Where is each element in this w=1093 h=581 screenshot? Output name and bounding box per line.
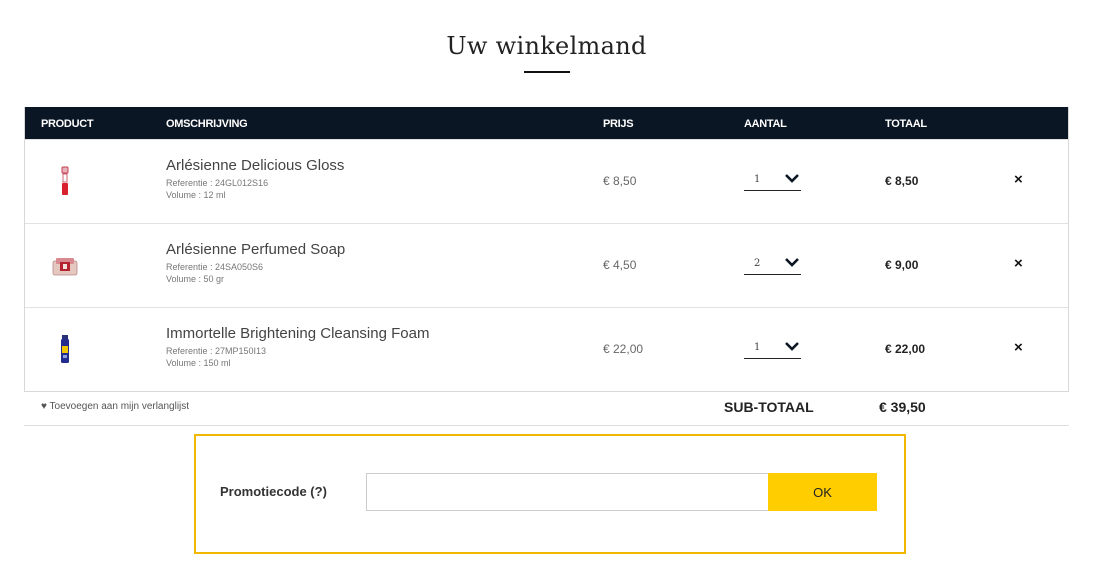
add-to-wishlist-link[interactable]: ♥ Toevoegen aan mijn verlanglijst [41,401,189,412]
product-volume: Volume : 12 ml [166,190,226,200]
chevron-down-icon [785,174,799,183]
product-name[interactable]: Arlésienne Perfumed Soap [166,241,345,258]
table-row: Arlésienne Delicious Gloss Referentie : … [25,139,1068,223]
subtotal-value: € 39,50 [879,399,926,415]
soap-bar-icon [52,258,78,276]
header-total: TOTAAL [885,118,927,130]
quantity-value: 2 [754,258,761,269]
header-quantity: AANTAL [744,118,787,130]
product-thumbnail[interactable] [47,334,83,364]
header-product: PRODUCT [41,118,94,130]
quantity-value: 1 [754,342,761,353]
product-thumbnail[interactable] [47,166,83,196]
product-price: € 22,00 [603,342,644,356]
chevron-down-icon [785,342,799,351]
quantity-select[interactable]: 1 [744,168,801,191]
product-reference: Referentie : 27MP150I13 [166,346,267,356]
line-total: € 9,00 [885,258,919,272]
quantity-select[interactable]: 2 [744,252,801,275]
remove-item-button[interactable]: × [1014,171,1023,188]
table-header: PRODUCT OMSCHRIJVING PRIJS AANTAL TOTAAL [25,107,1068,139]
table-row: Immortelle Brightening Cleansing Foam Re… [25,307,1068,391]
line-total: € 22,00 [885,342,926,356]
product-volume: Volume : 50 gr [166,274,225,284]
product-name[interactable]: Arlésienne Delicious Gloss [166,157,344,174]
product-volume: Volume : 150 ml [166,358,231,368]
promo-ok-button[interactable]: OK [768,473,877,511]
product-reference: Referentie : 24GL012S16 [166,178,269,188]
table-row: Arlésienne Perfumed Soap Referentie : 24… [25,223,1068,307]
remove-item-button[interactable]: × [1014,339,1023,356]
page-title: Uw winkelmand [446,32,647,60]
product-reference: Referentie : 24SA050S6 [166,262,264,272]
promo-code-label[interactable]: Promotiecode (?) [220,484,327,499]
quantity-select[interactable]: 1 [744,336,801,359]
line-total: € 8,50 [885,174,919,188]
remove-item-button[interactable]: × [1014,255,1023,272]
product-price: € 4,50 [603,258,637,272]
header-description: OMSCHRIJVING [166,118,248,130]
product-thumbnail[interactable] [47,250,83,280]
promo-code-input[interactable] [366,473,768,511]
title-underline [524,71,570,73]
cart-table: PRODUCT OMSCHRIJVING PRIJS AANTAL TOTAAL… [24,107,1069,392]
foam-bottle-icon [61,335,69,363]
divider [24,425,1069,426]
header-price: PRIJS [603,118,634,130]
subtotal-label: SUB-TOTAAL [724,399,814,415]
product-price: € 8,50 [603,174,637,188]
product-name[interactable]: Immortelle Brightening Cleansing Foam [166,325,429,342]
lipgloss-tube-icon [61,166,69,195]
promo-code-panel: Promotiecode (?) OK [194,434,906,554]
quantity-value: 1 [754,174,761,185]
chevron-down-icon [785,258,799,267]
